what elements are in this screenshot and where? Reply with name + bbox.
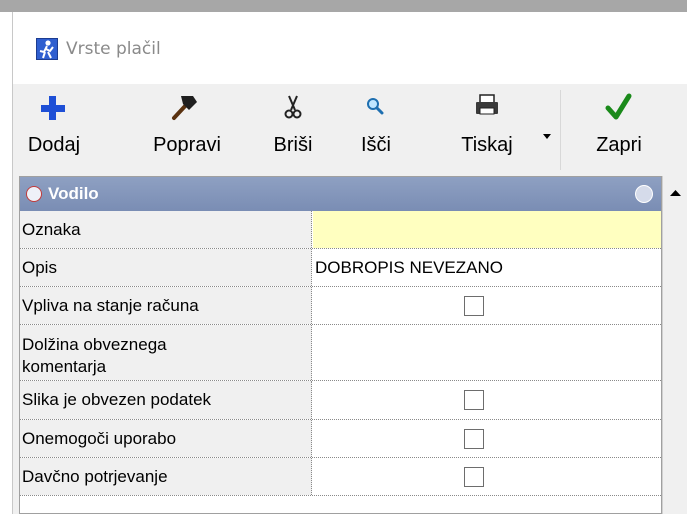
row-value <box>313 420 661 457</box>
add-button-label: Dodaj <box>27 134 81 156</box>
row-label: Oznaka <box>20 211 312 248</box>
desktop-background-strip <box>0 0 687 12</box>
row-vpliva-na-stanje: Vpliva na stanje računa <box>20 287 661 325</box>
onemogoci-checkbox[interactable] <box>464 429 484 449</box>
category-title: Vodilo <box>48 184 99 203</box>
row-label-line2: komentarja <box>22 357 107 376</box>
app-icon <box>36 38 58 60</box>
row-oznaka: Oznaka <box>20 211 661 249</box>
toolbar-separator <box>560 90 561 170</box>
row-dolzina-komentarja: Dolžina obveznega komentarja <box>20 325 661 381</box>
printer-icon <box>476 94 498 115</box>
search-button-label: Išči <box>361 134 391 156</box>
delete-button-label: Briši <box>273 134 313 156</box>
row-slika-obvezen: Slika je obvezen podatek <box>20 381 661 420</box>
plus-icon <box>41 96 65 120</box>
scroll-up-button[interactable] <box>663 176 687 210</box>
hammer-icon <box>172 96 197 120</box>
checkmark-icon <box>605 93 632 120</box>
row-value <box>313 287 661 324</box>
edit-button-label: Popravi <box>153 134 221 156</box>
slika-checkbox[interactable] <box>464 390 484 410</box>
row-label: Slika je obvezen podatek <box>20 381 312 419</box>
oznaka-value-field[interactable] <box>313 211 661 248</box>
toolbar: Dodaj Popravi Briši Išči Tiskaj Zapri <box>13 84 687 176</box>
row-label: Onemogoči uporabo <box>20 420 312 457</box>
vertical-scrollbar[interactable] <box>662 176 687 514</box>
add-button[interactable]: Dodaj <box>23 92 85 172</box>
collapse-chevron-icon[interactable] <box>635 185 653 203</box>
vpliva-checkbox[interactable] <box>464 296 484 316</box>
print-button-label: Tiskaj <box>461 134 513 156</box>
close-button-label: Zapri <box>596 134 642 156</box>
row-opis: Opis DOBROPIS NEVEZANO <box>20 249 661 287</box>
edit-button[interactable]: Popravi <box>141 92 233 172</box>
property-grid: Vodilo Oznaka Opis DOBROPIS NEVEZANO Vpl… <box>19 176 662 514</box>
row-value <box>313 381 661 419</box>
window-title: Vrste plačil <box>66 39 161 59</box>
search-icon <box>367 98 384 115</box>
row-davcno-potrjevanje: Davčno potrjevanje <box>20 458 661 496</box>
scroll-up-arrow-icon <box>670 190 681 196</box>
davcno-checkbox[interactable] <box>464 467 484 487</box>
row-label: Davčno potrjevanje <box>20 458 312 495</box>
category-header[interactable]: Vodilo <box>20 177 661 211</box>
opis-value-field[interactable]: DOBROPIS NEVEZANO <box>313 249 661 286</box>
delete-button[interactable]: Briši <box>263 92 323 172</box>
row-label-line1: Dolžina obveznega <box>22 335 167 354</box>
row-label: Opis <box>20 249 312 286</box>
payment-types-window: Vrste plačil Dodaj Popravi Briši Išči Ti… <box>12 12 687 514</box>
dolzina-value-field[interactable] <box>313 325 661 380</box>
row-value <box>313 458 661 495</box>
print-dropdown-caret[interactable] <box>543 134 551 139</box>
row-label: Vpliva na stanje računa <box>20 287 312 324</box>
row-onemogoci-uporabo: Onemogoči uporabo <box>20 420 661 458</box>
close-button[interactable]: Zapri <box>583 92 655 172</box>
row-label: Dolžina obveznega komentarja <box>20 325 312 380</box>
title-bar: Vrste plačil <box>13 12 687 84</box>
scissors-icon <box>284 95 302 119</box>
search-button[interactable]: Išči <box>349 92 403 172</box>
category-expand-icon[interactable] <box>26 186 42 202</box>
print-button[interactable]: Tiskaj <box>443 92 531 172</box>
